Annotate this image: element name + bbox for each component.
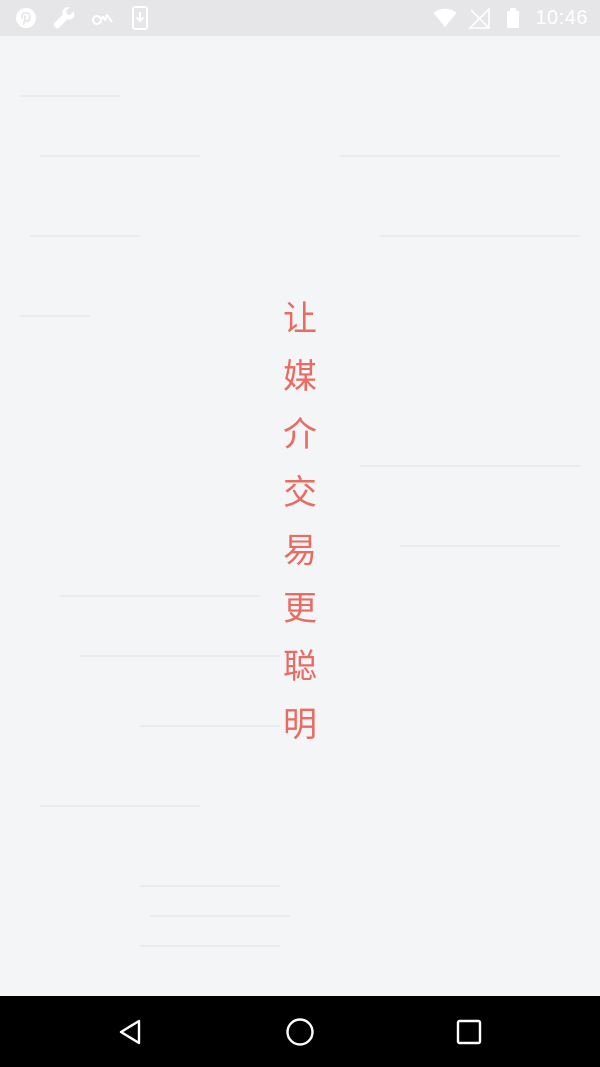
status-time: 10:46 xyxy=(535,6,588,29)
system-icons: 10:46 xyxy=(433,6,588,30)
back-button[interactable] xyxy=(113,1014,149,1050)
home-icon xyxy=(286,1018,314,1046)
recents-button[interactable] xyxy=(451,1014,487,1050)
recents-icon xyxy=(456,1019,482,1045)
slogan-char: 易 xyxy=(283,531,317,571)
wifi-icon xyxy=(433,6,457,30)
navigation-bar xyxy=(0,996,600,1067)
home-button[interactable] xyxy=(282,1014,318,1050)
status-bar: 10:46 xyxy=(0,0,600,36)
glasses-icon xyxy=(90,6,114,30)
notification-icons xyxy=(14,6,152,30)
wrench-icon xyxy=(52,6,76,30)
slogan-char: 介 xyxy=(283,415,317,455)
slogan-char: 媒 xyxy=(283,357,317,397)
slogan-char: 交 xyxy=(283,473,317,513)
slogan-char: 聪 xyxy=(283,647,317,687)
back-icon xyxy=(119,1019,141,1045)
splash-screen: 10:46 让 媒 介 交 易 更 聪 明 xyxy=(0,0,600,1067)
slogan-char: 让 xyxy=(283,299,317,339)
battery-icon xyxy=(501,6,525,30)
slogan-char: 更 xyxy=(283,589,317,629)
slogan: 让 媒 介 交 易 更 聪 明 xyxy=(270,290,330,754)
download-icon xyxy=(128,6,152,30)
slogan-char: 明 xyxy=(283,705,317,745)
no-signal-icon xyxy=(467,6,491,30)
pinterest-icon xyxy=(14,6,38,30)
